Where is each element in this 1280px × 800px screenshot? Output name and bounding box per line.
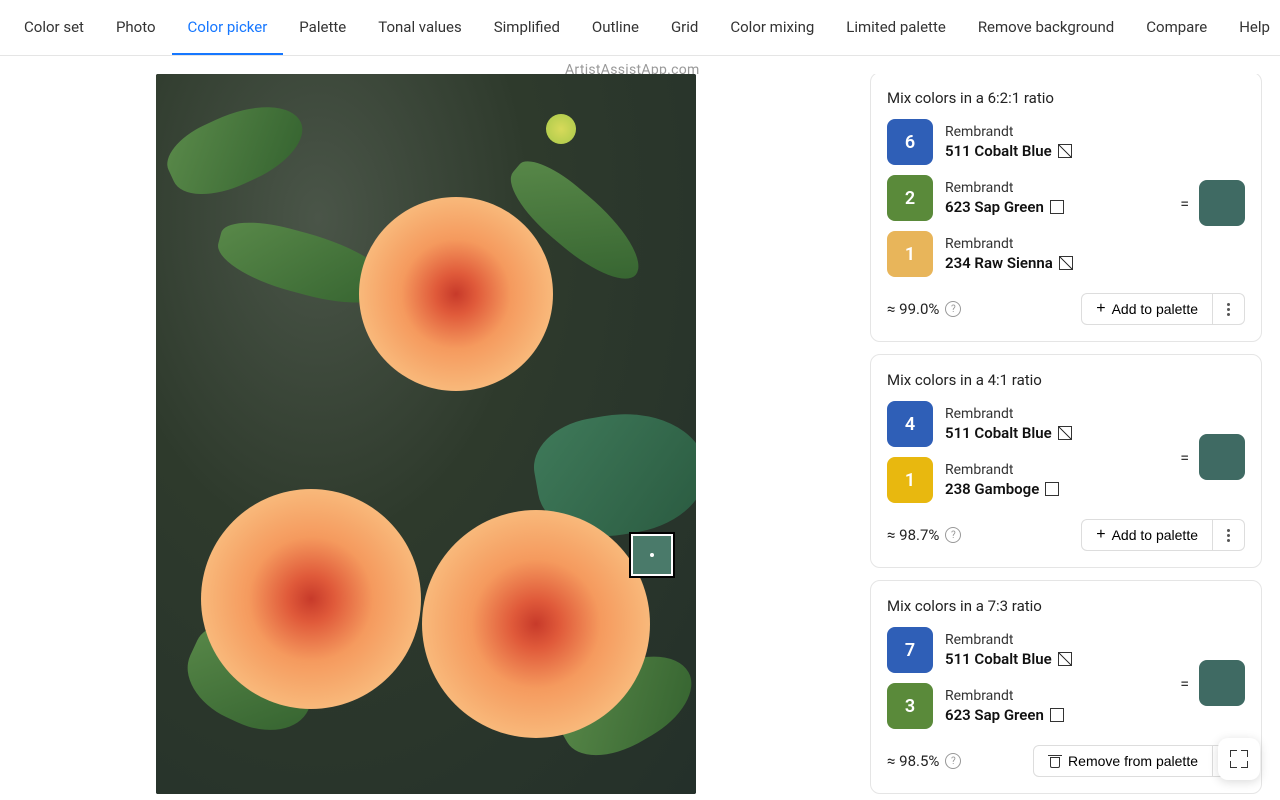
reference-photo[interactable] [156, 74, 696, 794]
tab-grid[interactable]: Grid [655, 0, 714, 55]
tab-palette[interactable]: Palette [283, 0, 362, 55]
mix-card: Mix colors in a 6:2:1 ratio 6 Rembrandt 511… [870, 74, 1262, 342]
equals-sign: = [1180, 448, 1189, 467]
main-content: Mix colors in a 6:2:1 ratio 6 Rembrandt 511… [0, 56, 1280, 800]
mix-title: Mix colors in a 7:3 ratio [887, 597, 1245, 615]
fullscreen-button[interactable] [1218, 738, 1260, 780]
tab-photo[interactable]: Photo [100, 0, 172, 55]
tab-help[interactable]: Help [1223, 0, 1280, 55]
photo-panel [0, 74, 698, 800]
equals-sign: = [1180, 194, 1189, 213]
paint-name: 511 Cobalt Blue [945, 650, 1072, 668]
mix-title: Mix colors in a 4:1 ratio [887, 371, 1245, 389]
accuracy-label: ≈ 98.5%? [887, 752, 961, 770]
mix-title: Mix colors in a 6:2:1 ratio [887, 89, 1245, 107]
mix-card: Mix colors in a 7:3 ratio 7 Rembrandt 511 C… [870, 580, 1262, 794]
paint-brand: Rembrandt [945, 688, 1064, 704]
ratio-swatch: 2 [887, 175, 933, 221]
expand-icon [1230, 750, 1248, 768]
more-icon [1227, 303, 1230, 316]
transparency-icon [1058, 426, 1072, 440]
paint-name: 511 Cobalt Blue [945, 424, 1072, 442]
mix-part: 3 Rembrandt 623 Sap Green [887, 683, 1170, 729]
paint-name: 234 Raw Sienna [945, 254, 1073, 272]
remove-from-palette-button[interactable]: Remove from palette [1033, 745, 1213, 777]
tab-limited-palette[interactable]: Limited palette [830, 0, 962, 55]
help-icon[interactable]: ? [945, 753, 961, 769]
tab-remove-background[interactable]: Remove background [962, 0, 1130, 55]
transparency-icon [1058, 144, 1072, 158]
paint-name: 623 Sap Green [945, 198, 1064, 216]
mix-part: 6 Rembrandt 511 Cobalt Blue [887, 119, 1170, 165]
paint-brand: Rembrandt [945, 180, 1064, 196]
paint-name: 623 Sap Green [945, 706, 1064, 724]
mix-part: 4 Rembrandt 511 Cobalt Blue [887, 401, 1170, 447]
tab-bar: Color setPhotoColor pickerPaletteTonal v… [0, 0, 1280, 56]
help-icon[interactable]: ? [945, 301, 961, 317]
equals-sign: = [1180, 674, 1189, 693]
transparency-icon [1050, 200, 1064, 214]
help-icon[interactable]: ? [945, 527, 961, 543]
mix-part: 1 Rembrandt 234 Raw Sienna [887, 231, 1170, 277]
ratio-swatch: 7 [887, 627, 933, 673]
tab-compare[interactable]: Compare [1130, 0, 1223, 55]
more-actions-button[interactable] [1213, 519, 1245, 551]
accuracy-label: ≈ 98.7%? [887, 526, 961, 544]
paint-name: 511 Cobalt Blue [945, 142, 1072, 160]
ratio-swatch: 4 [887, 401, 933, 447]
ratio-swatch: 6 [887, 119, 933, 165]
mix-part: 2 Rembrandt 623 Sap Green [887, 175, 1170, 221]
paint-brand: Rembrandt [945, 632, 1072, 648]
tab-simplified[interactable]: Simplified [478, 0, 576, 55]
result-swatch [1199, 180, 1245, 226]
mix-part: 7 Rembrandt 511 Cobalt Blue [887, 627, 1170, 673]
tab-tonal-values[interactable]: Tonal values [362, 0, 478, 55]
more-actions-button[interactable] [1213, 293, 1245, 325]
transparency-icon [1059, 256, 1073, 270]
tab-color-set[interactable]: Color set [8, 0, 100, 55]
plus-icon: + [1096, 301, 1105, 317]
more-icon [1227, 529, 1230, 542]
transparency-icon [1058, 652, 1072, 666]
paint-brand: Rembrandt [945, 236, 1073, 252]
paint-brand: Rembrandt [945, 462, 1059, 478]
paint-brand: Rembrandt [945, 124, 1072, 140]
ratio-swatch: 3 [887, 683, 933, 729]
ratio-swatch: 1 [887, 457, 933, 503]
mix-suggestions-panel: Mix colors in a 6:2:1 ratio 6 Rembrandt 511… [698, 74, 1280, 800]
result-swatch [1199, 660, 1245, 706]
paint-brand: Rembrandt [945, 406, 1072, 422]
add-to-palette-button[interactable]: +Add to palette [1081, 293, 1213, 325]
mix-part: 1 Rembrandt 238 Gamboge [887, 457, 1170, 503]
plus-icon: + [1096, 527, 1105, 543]
paint-name: 238 Gamboge [945, 480, 1059, 498]
result-swatch [1199, 434, 1245, 480]
mix-card: Mix colors in a 4:1 ratio 4 Rembrandt 511 C… [870, 354, 1262, 568]
trash-icon [1048, 754, 1062, 768]
tab-outline[interactable]: Outline [576, 0, 655, 55]
color-pick-marker[interactable] [631, 534, 673, 576]
add-to-palette-button[interactable]: +Add to palette [1081, 519, 1213, 551]
accuracy-label: ≈ 99.0%? [887, 300, 961, 318]
ratio-swatch: 1 [887, 231, 933, 277]
transparency-icon [1045, 482, 1059, 496]
tab-color-picker[interactable]: Color picker [172, 0, 284, 55]
tab-color-mixing[interactable]: Color mixing [714, 0, 830, 55]
transparency-icon [1050, 708, 1064, 722]
